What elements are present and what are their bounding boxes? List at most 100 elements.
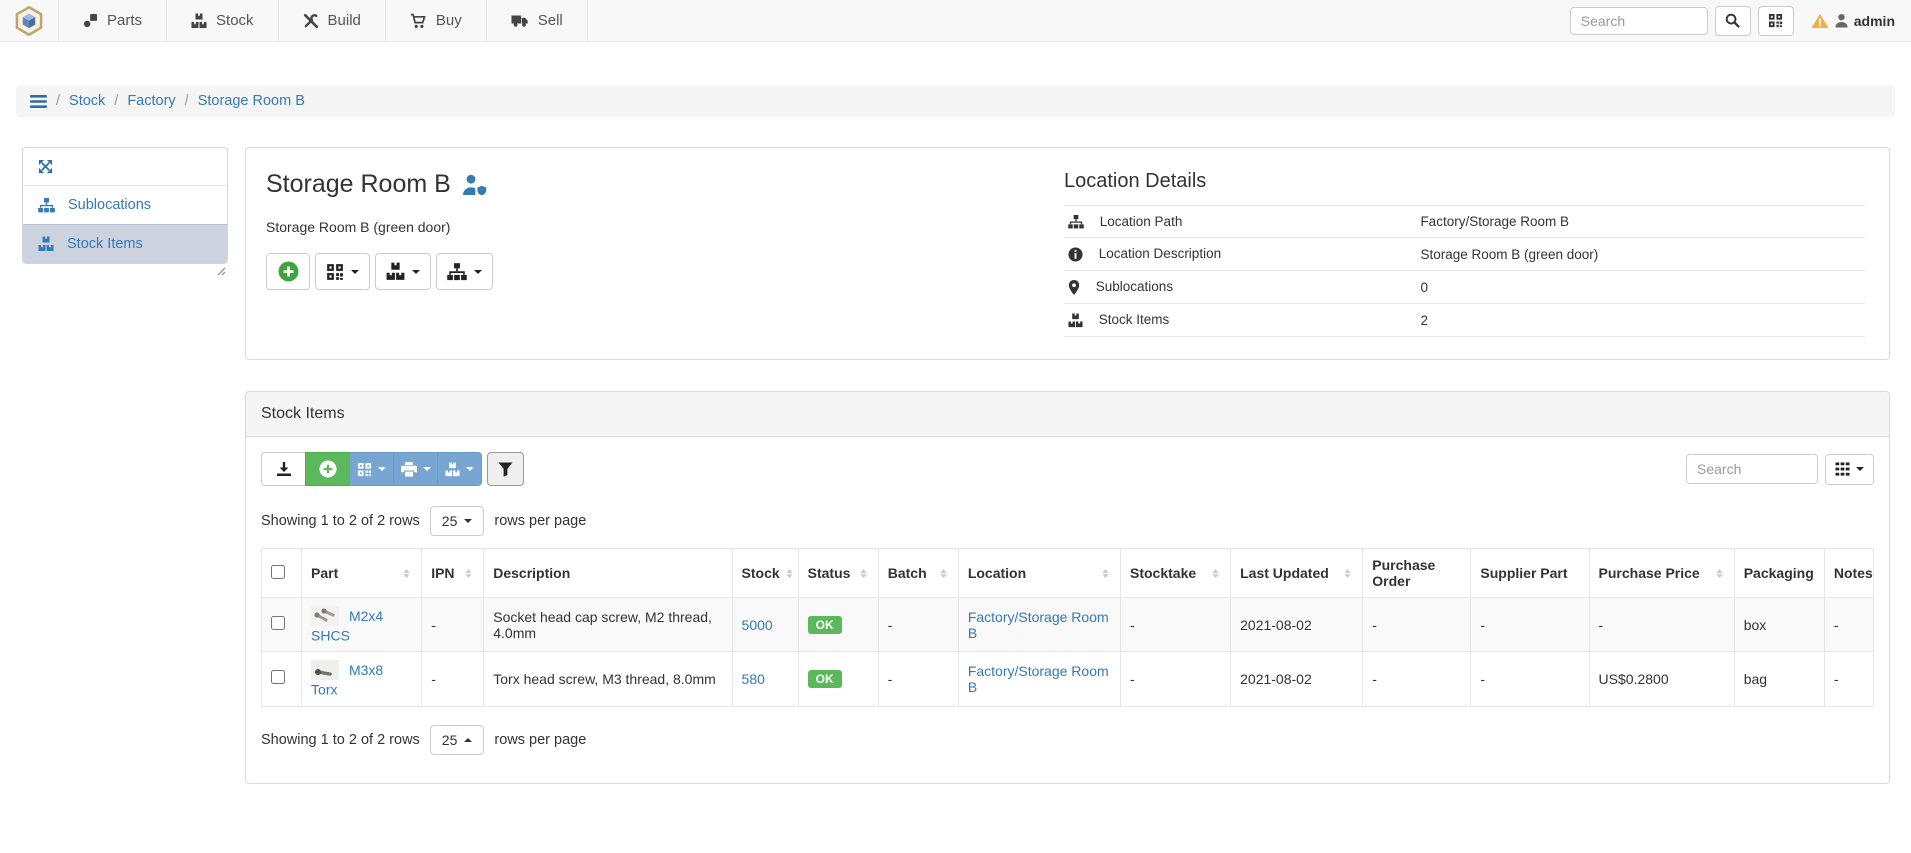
- location-link[interactable]: Factory/Storage Room B: [968, 663, 1109, 695]
- detail-row-location-path: Location Path Factory/Storage Room B: [1064, 206, 1865, 238]
- column-header-purchase-price[interactable]: Purchase Price: [1589, 549, 1734, 598]
- column-header-part[interactable]: Part: [302, 549, 422, 598]
- sidebar-expand-button[interactable]: [23, 148, 227, 185]
- parts-icon: [83, 13, 98, 28]
- ipn-cell: -: [422, 598, 484, 652]
- qrcode-icon: [357, 462, 372, 477]
- rows-per-page-label: rows per page: [494, 513, 586, 529]
- columns-dropdown-button[interactable]: [1825, 454, 1874, 485]
- sort-icon: [938, 567, 949, 580]
- stock-actions-button[interactable]: [375, 253, 431, 290]
- purchase-price-cell: US$0.2800: [1589, 652, 1734, 706]
- column-header-last-updated[interactable]: Last Updated: [1231, 549, 1363, 598]
- location-actions-button[interactable]: [436, 253, 493, 290]
- search-icon: [1725, 13, 1740, 28]
- barcode-actions-button[interactable]: [315, 253, 370, 290]
- notes-cell: -: [1824, 652, 1873, 706]
- breadcrumb-item-stock[interactable]: Stock: [69, 93, 105, 109]
- details-title: Location Details: [1064, 170, 1865, 193]
- user-area[interactable]: admin: [1811, 13, 1895, 29]
- page-size-dropdown[interactable]: 25: [430, 506, 485, 536]
- global-search-input[interactable]: [1570, 7, 1708, 35]
- barcode-scan-button[interactable]: [1758, 6, 1794, 36]
- column-header-status[interactable]: Status: [798, 549, 878, 598]
- sort-icon: [401, 567, 412, 580]
- export-button[interactable]: [261, 452, 306, 486]
- select-all-checkbox[interactable]: [271, 565, 285, 579]
- breadcrumb-separator: /: [56, 93, 60, 109]
- purchase-order-cell: -: [1363, 598, 1471, 652]
- stock-options-dropdown-button[interactable]: [437, 452, 482, 486]
- stock-table-toolbar: [261, 452, 1874, 486]
- table-search-input[interactable]: [1686, 454, 1818, 484]
- column-header-description: Description: [484, 549, 732, 598]
- caret-down-icon: [464, 519, 472, 523]
- nav-item-build[interactable]: Build: [278, 0, 385, 41]
- row-checkbox[interactable]: [271, 616, 285, 630]
- column-header-stock[interactable]: Stock: [732, 549, 798, 598]
- notes-cell: -: [1824, 598, 1873, 652]
- location-link[interactable]: Factory/Storage Room B: [968, 609, 1109, 641]
- sidebar-resize-handle[interactable]: [217, 267, 226, 276]
- user-shield-icon: [461, 174, 488, 196]
- breadcrumb-item-factory[interactable]: Factory: [127, 93, 175, 109]
- sidebar-item-stock-items[interactable]: Stock Items: [23, 224, 227, 263]
- plus-circle-icon: [278, 261, 299, 282]
- sitemap-icon: [38, 198, 55, 213]
- sort-icon: [1100, 567, 1111, 580]
- stock-quantity-link[interactable]: 580: [742, 671, 765, 687]
- warning-icon: [1811, 13, 1829, 29]
- breadcrumb: / Stock / Factory / Storage Room B: [16, 85, 1895, 117]
- sidebar-item-sublocations[interactable]: Sublocations: [23, 185, 227, 224]
- add-stock-item-button[interactable]: [305, 452, 350, 486]
- nav-item-sell[interactable]: Sell: [486, 0, 588, 41]
- caret-down-icon: [423, 467, 431, 471]
- boxes-icon: [445, 462, 460, 477]
- filter-icon: [498, 462, 513, 477]
- barcode-dropdown-button[interactable]: [349, 452, 394, 486]
- detail-row-stock-items: Stock Items 2: [1064, 304, 1865, 337]
- navbar-right: admin: [1570, 0, 1911, 41]
- description-cell: Torx head screw, M3 thread, 8.0mm: [484, 652, 732, 706]
- print-dropdown-button[interactable]: [393, 452, 438, 486]
- column-header-batch[interactable]: Batch: [878, 549, 958, 598]
- table-header-row: Part IPN Description Stock Status Batch …: [262, 549, 1874, 598]
- detail-row-sublocations: Sublocations 0: [1064, 271, 1865, 304]
- detail-label: Location Path: [1100, 214, 1183, 229]
- column-header-packaging: Packaging: [1734, 549, 1824, 598]
- new-stock-item-button[interactable]: [266, 253, 310, 290]
- showing-text: Showing 1 to 2 of 2 rows: [261, 513, 420, 529]
- sidebar-item-label: Sublocations: [68, 197, 151, 213]
- stocktake-cell: -: [1121, 598, 1231, 652]
- table-row: M3x8 Torx - Torx head screw, M3 thread, …: [262, 652, 1874, 706]
- user-icon: [1834, 13, 1849, 28]
- page-size-dropdown[interactable]: 25: [430, 725, 485, 755]
- nav-item-label: Buy: [436, 12, 462, 29]
- stock-quantity-link[interactable]: 5000: [742, 617, 773, 633]
- global-search-button[interactable]: [1715, 6, 1751, 36]
- nav-item-label: Build: [328, 12, 361, 29]
- column-header-location[interactable]: Location: [958, 549, 1120, 598]
- breadcrumb-separator: /: [114, 93, 118, 109]
- qrcode-icon: [1768, 13, 1783, 28]
- location-overview-panel: Storage Room B Storage Room B (green doo…: [245, 147, 1890, 360]
- hamburger-icon[interactable]: [30, 95, 47, 108]
- column-header-ipn[interactable]: IPN: [422, 549, 484, 598]
- nav-item-buy[interactable]: Buy: [385, 0, 486, 41]
- app-logo[interactable]: [0, 0, 58, 41]
- last-updated-cell: 2021-08-02: [1231, 598, 1363, 652]
- nav-item-stock[interactable]: Stock: [166, 0, 278, 41]
- expand-icon: [38, 159, 53, 174]
- stock-icon: [191, 13, 207, 29]
- detail-row-location-description: Location Description Storage Room B (gre…: [1064, 238, 1865, 271]
- caret-up-icon: [464, 738, 472, 742]
- row-checkbox[interactable]: [271, 670, 285, 684]
- breadcrumb-item-storage-room-b[interactable]: Storage Room B: [198, 93, 305, 109]
- part-thumbnail: [311, 606, 339, 626]
- column-header-stocktake[interactable]: Stocktake: [1121, 549, 1231, 598]
- column-header-notes: Notes: [1824, 549, 1873, 598]
- pagination-bottom: Showing 1 to 2 of 2 rows 25 rows per pag…: [261, 725, 1874, 755]
- last-updated-cell: 2021-08-02: [1231, 652, 1363, 706]
- filter-button[interactable]: [487, 452, 524, 486]
- nav-item-parts[interactable]: Parts: [58, 0, 166, 41]
